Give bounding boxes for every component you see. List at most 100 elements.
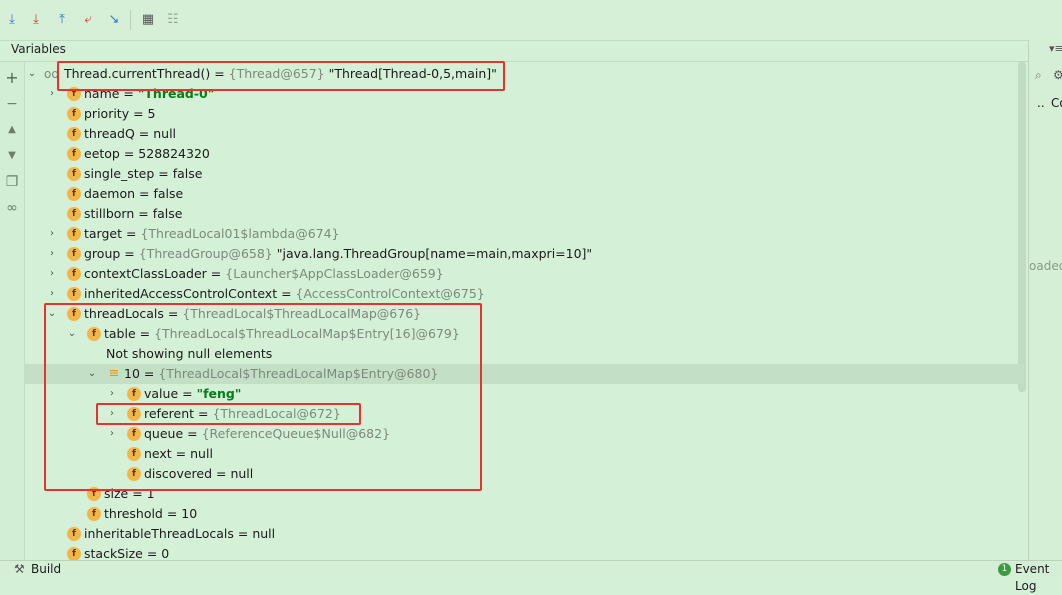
tree-row-target[interactable]: › f target = {ThreadLocal01$lambda@674} [24, 224, 1024, 244]
var-ref: {Launcher$AppClassLoader@659} [225, 266, 444, 281]
right-strip-text-c: oaded [1029, 259, 1062, 273]
var-ref: {ThreadLocal01$lambda@674} [140, 226, 340, 241]
field-icon: f [67, 527, 81, 541]
var-name: contextClassLoader [84, 266, 207, 281]
status-bar: ⚒ Build 1 Event Log [0, 560, 1062, 593]
tree-row-threadq[interactable]: f threadQ = null [24, 124, 1024, 144]
var-value: false [152, 206, 183, 221]
var-value: 5 [147, 106, 156, 121]
tree-row-group[interactable]: › f group = {ThreadGroup@658} "java.lang… [24, 244, 1024, 264]
var-ref: {ThreadGroup@658} [138, 246, 273, 261]
var-value: 10 [181, 506, 198, 521]
step-over-icon[interactable]: ⤓ [4, 12, 20, 28]
search-icon[interactable]: ⌕ [1035, 68, 1042, 83]
expand-arrow-icon[interactable]: › [46, 244, 58, 264]
settings-menu-icon[interactable]: ▾≡ [1049, 42, 1062, 55]
equals-sign: = [162, 506, 182, 521]
highlight-box-thread-locals [44, 303, 482, 491]
var-name: threadQ [84, 126, 135, 141]
var-ref: {AccessControlContext@675} [295, 286, 485, 301]
equals-sign: = [135, 186, 154, 201]
field-icon: f [67, 267, 81, 281]
run-to-cursor-icon[interactable]: ↘ [106, 12, 122, 28]
tree-row-inheritable-thread-locals[interactable]: f inheritableThreadLocals = null [24, 524, 1024, 544]
right-strip-text-a: .. [1037, 96, 1045, 110]
var-name: target [84, 226, 123, 241]
move-up-icon[interactable]: ▲ [4, 122, 20, 138]
var-value: null [153, 126, 177, 141]
var-name: inheritableThreadLocals [84, 526, 234, 541]
gear-icon[interactable]: ⚙ [1053, 68, 1062, 82]
var-value: null [252, 526, 276, 541]
field-icon: f [67, 207, 81, 221]
expand-arrow-icon[interactable]: › [46, 284, 58, 304]
equals-sign: = [119, 146, 139, 161]
right-side-panel: ▾≡ ⌕ ⚙ .. Co oaded [1028, 40, 1062, 560]
tree-row-single-step[interactable]: f single_step = false [24, 164, 1024, 184]
equals-sign: = [122, 226, 141, 241]
var-name: stackSize [84, 546, 143, 560]
var-value: 528824320 [138, 146, 210, 161]
var-name: group [84, 246, 121, 261]
equals-sign: = [120, 246, 139, 261]
field-icon: f [67, 247, 81, 261]
field-icon: f [67, 127, 81, 141]
drop-frame-icon[interactable]: ⤶ [80, 12, 96, 28]
trace-icon[interactable]: ☷ [165, 12, 181, 28]
evaluate-icon[interactable]: ▦ [140, 12, 156, 28]
equals-sign: = [142, 546, 162, 560]
expand-arrow-icon[interactable]: › [46, 264, 58, 284]
field-icon: f [67, 167, 81, 181]
build-tab[interactable]: Build [31, 561, 61, 578]
equals-sign: = [206, 266, 226, 281]
move-down-icon[interactable]: ▼ [4, 148, 20, 164]
field-icon: f [67, 147, 81, 161]
equals-sign: = [277, 286, 296, 301]
panel-title: Variables [11, 42, 66, 56]
var-value: 0 [161, 546, 170, 560]
tree-row-threshold[interactable]: f threshold = 10 [24, 504, 1024, 524]
var-name: priority [84, 106, 130, 121]
var-name: daemon [84, 186, 136, 201]
expand-arrow-icon[interactable]: › [46, 224, 58, 244]
hammer-icon[interactable]: ⚒ [14, 561, 25, 578]
var-name: eetop [84, 146, 120, 161]
tree-row-daemon[interactable]: f daemon = false [24, 184, 1024, 204]
var-value: false [172, 166, 203, 181]
var-name: single_step [84, 166, 155, 181]
var-value: false [153, 186, 184, 201]
var-name: inheritedAccessControlContext [84, 286, 278, 301]
event-log-tab[interactable]: Event Log [1015, 561, 1062, 595]
field-icon: f [67, 107, 81, 121]
debugger-toolbar: ⤓ ⤓ ⤒ ⤶ ↘ ▦ ☷ [0, 0, 1062, 41]
copy-icon[interactable]: ❐ [4, 174, 20, 190]
step-into-icon[interactable]: ⤓ [28, 12, 44, 28]
field-icon: f [67, 227, 81, 241]
var-value: "java.lang.ThreadGroup[name=main,maxpri=… [272, 246, 593, 261]
highlight-box-referent [96, 403, 361, 425]
var-name: stillborn [84, 206, 135, 221]
remove-watch-icon[interactable]: − [4, 96, 20, 112]
tree-row-eetop[interactable]: f eetop = 528824320 [24, 144, 1024, 164]
field-icon: f [87, 507, 101, 521]
equals-sign: = [134, 126, 154, 141]
equals-sign: = [154, 166, 173, 181]
var-name: threshold [104, 506, 163, 521]
equals-sign: = [233, 526, 253, 541]
field-icon: f [67, 287, 81, 301]
step-out-icon[interactable]: ⤒ [54, 12, 70, 28]
tree-row-priority[interactable]: f priority = 5 [24, 104, 1024, 124]
field-icon: f [67, 547, 81, 560]
toolbar-divider [130, 10, 131, 30]
tree-row-inherited-access-control-context[interactable]: › f inheritedAccessControlContext = {Acc… [24, 284, 1024, 304]
tree-row-stack-size[interactable]: f stackSize = 0 [24, 544, 1024, 560]
field-icon: f [67, 187, 81, 201]
tree-row-context-class-loader[interactable]: › f contextClassLoader = {Launcher$AppCl… [24, 264, 1024, 284]
collapse-arrow-icon[interactable]: ⌄ [26, 64, 38, 84]
tree-row-stillborn[interactable]: f stillborn = false [24, 204, 1024, 224]
add-watch-icon[interactable]: + [4, 70, 20, 86]
left-gutter: + − ▲ ▼ ❐ ∞ [0, 62, 25, 560]
right-strip-text-b: Co [1051, 96, 1062, 110]
glasses-icon[interactable]: ∞ [4, 200, 20, 216]
event-count-badge: 1 [998, 563, 1011, 576]
